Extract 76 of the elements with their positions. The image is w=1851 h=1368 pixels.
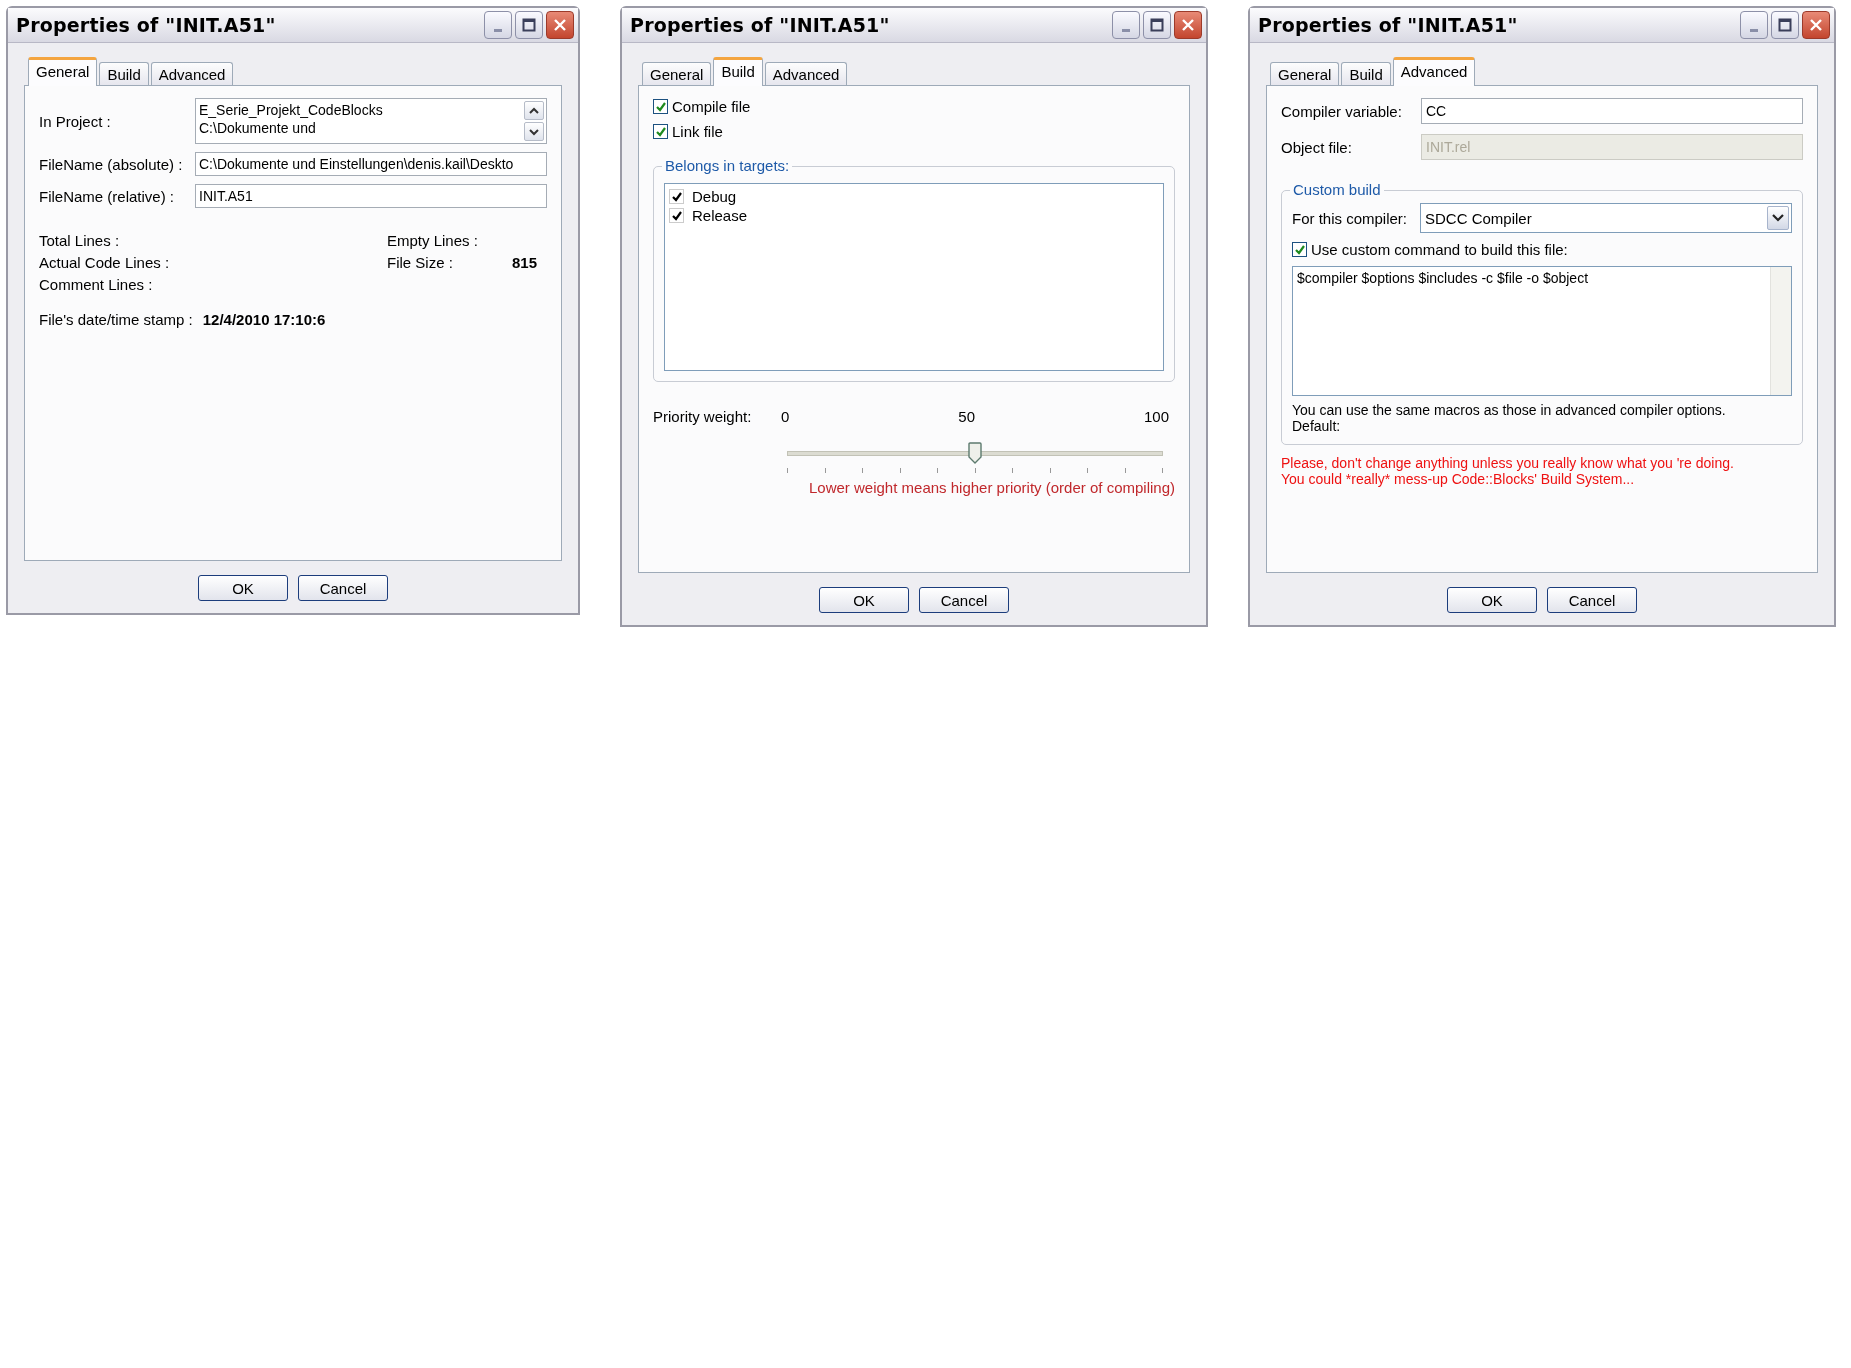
minimize-icon: [1122, 28, 1130, 32]
stat-label: Actual Code Lines :: [39, 254, 170, 271]
cancel-button[interactable]: Cancel: [298, 575, 388, 601]
field-label: Compiler variable:: [1281, 102, 1403, 120]
minimize-icon: [1750, 28, 1758, 32]
tab[interactable]: Advanced: [150, 62, 234, 85]
scale-label: 100: [1143, 408, 1169, 425]
close-button[interactable]: [1174, 11, 1202, 39]
scroll-up-icon[interactable]: [524, 101, 544, 120]
stat-label: Empty Lines :: [387, 232, 479, 249]
window-title: Properties of "INIT.A51": [1258, 14, 1518, 36]
scroll-down-icon[interactable]: [524, 122, 544, 141]
field-label: For this compiler:: [1292, 209, 1409, 227]
ok-button[interactable]: OK: [819, 587, 909, 613]
timestamp-label: File's date/time stamp :: [39, 311, 193, 328]
maximize-button[interactable]: [1143, 11, 1171, 39]
checkbox-label: Compile file: [672, 98, 751, 115]
compiler-variable-field[interactable]: CC: [1421, 98, 1803, 124]
tab[interactable]: Build: [99, 62, 149, 85]
tab[interactable]: General: [1270, 62, 1340, 85]
group-legend: Custom build: [1290, 181, 1384, 198]
minimize-icon: [494, 28, 502, 32]
slider-label: Priority weight:: [653, 408, 753, 427]
stat-value: 815: [512, 254, 538, 271]
field-label: In Project :: [39, 112, 112, 130]
maximize-icon: [1778, 18, 1792, 32]
in-project-field[interactable]: E_Serie_Projekt_CodeBlocks C:\Dokumente und: [195, 98, 547, 144]
close-button[interactable]: [1802, 11, 1830, 39]
window-title: Properties of "INIT.A51": [630, 14, 890, 36]
maximize-icon: [1150, 18, 1164, 32]
warning-text: Please, don't change anything unless you really know what you 're doing.: [1281, 455, 1735, 471]
relative-filename-field[interactable]: INIT.A51: [195, 184, 547, 208]
close-icon: [1809, 18, 1823, 32]
timestamp-value: 12/4/2010 17:10:6: [202, 311, 326, 328]
tab[interactable]: Advanced: [1392, 57, 1476, 86]
scale-label: 0: [781, 408, 790, 425]
tab[interactable]: Build: [713, 57, 763, 86]
stat-label: File Size :: [387, 254, 454, 271]
slider-thumb[interactable]: [968, 442, 982, 464]
field-label: FileName (absolute) :: [39, 155, 184, 173]
hint-text: You can use the same macros as those in advanced compiler options.: [1292, 402, 1727, 418]
scale-label: 50: [958, 408, 975, 425]
compiler-dropdown[interactable]: SDCC Compiler: [1420, 203, 1792, 233]
close-icon: [1181, 18, 1195, 32]
checkbox-label: Link file: [672, 123, 723, 140]
stat-label: Comment Lines :: [39, 276, 153, 293]
tab[interactable]: Build: [1341, 62, 1391, 85]
absolute-filename-field[interactable]: C:\Dokumente und Einstellungen\denis.kail\Deskto: [195, 152, 547, 176]
close-icon: [553, 18, 567, 32]
close-button[interactable]: [546, 11, 574, 39]
window-title: Properties of "INIT.A51": [16, 14, 276, 36]
group-legend: Belongs in targets:: [662, 157, 793, 174]
checkbox-label: Use custom command to build this file:: [1311, 241, 1568, 258]
checkbox[interactable]: [653, 99, 668, 114]
maximize-button[interactable]: [1771, 11, 1799, 39]
stat-label: Total Lines :: [39, 232, 120, 249]
maximize-icon: [522, 18, 536, 32]
hint-text: Default:: [1292, 418, 1342, 434]
ok-button[interactable]: OK: [198, 575, 288, 601]
target-label: Debug: [692, 188, 737, 205]
cancel-button[interactable]: Cancel: [919, 587, 1009, 613]
tab[interactable]: General: [28, 57, 98, 86]
scrollbar[interactable]: [1770, 267, 1791, 395]
ok-button[interactable]: OK: [1447, 587, 1537, 613]
tab[interactable]: Advanced: [764, 62, 848, 85]
priority-note: Lower weight means higher priority (order of compiling): [808, 479, 1175, 496]
tab[interactable]: General: [642, 62, 712, 85]
field-label: FileName (relative) :: [39, 187, 176, 205]
warning-text: You could *really* mess-up Code::Blocks' Build System...: [1281, 471, 1636, 487]
cancel-button[interactable]: Cancel: [1547, 587, 1637, 613]
target-label: Release: [692, 207, 748, 224]
maximize-button[interactable]: [515, 11, 543, 39]
checkbox[interactable]: [653, 124, 668, 139]
command-textarea[interactable]: $compiler $options $includes -c $file -o $object: [1292, 266, 1792, 396]
checkbox[interactable]: [1292, 242, 1307, 257]
field-label: Object file:: [1281, 138, 1353, 156]
